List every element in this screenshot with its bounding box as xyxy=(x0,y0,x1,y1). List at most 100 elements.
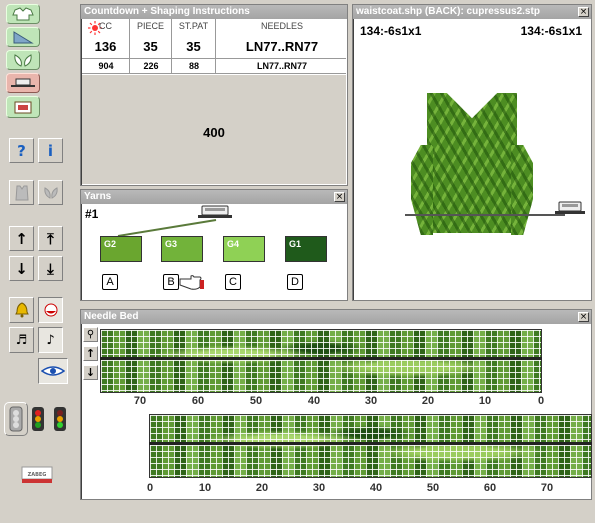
arrow-down-small-icon: ↓ xyxy=(85,366,96,379)
back-scale-20: 20 xyxy=(421,395,435,407)
garment-close-button[interactable]: × xyxy=(578,7,589,17)
front-scale-20: 20 xyxy=(255,482,269,494)
shaping-instruction: 400 xyxy=(203,125,225,140)
view-button[interactable] xyxy=(38,358,68,384)
note-icon: ♪ xyxy=(46,332,55,348)
traffic-light-red-icon xyxy=(32,407,44,431)
svg-text:ZABEG: ZABEG xyxy=(28,472,47,478)
picture-button[interactable] xyxy=(6,96,40,118)
cc-value: 136 xyxy=(94,39,117,54)
front-scale-10: 10 xyxy=(198,482,212,494)
carriage-button[interactable] xyxy=(6,73,40,93)
knitting-machine-icon: ZABEG xyxy=(21,466,53,483)
back-bed-divider xyxy=(100,357,542,360)
note-button[interactable]: ♪ xyxy=(38,327,63,353)
scroll-up-button[interactable]: ↑ xyxy=(83,346,98,361)
move-top-button[interactable]: ⤒ xyxy=(38,226,63,251)
needles-value: LN77..RN77 xyxy=(245,39,319,54)
piece-value: 35 xyxy=(143,39,158,54)
leaf-pattern-button[interactable] xyxy=(38,180,63,205)
sweater-shape-button[interactable] xyxy=(6,4,40,24)
back-piece-button[interactable] xyxy=(9,180,34,205)
needles-total: LN77..RN77 xyxy=(256,61,308,71)
needles-header: NEEDLES xyxy=(260,21,304,31)
front-scale-60: 60 xyxy=(483,482,497,494)
back-scale-70: 70 xyxy=(133,395,147,407)
eye-icon xyxy=(41,366,65,376)
sweater-icon xyxy=(12,7,34,21)
cc-total: 904 xyxy=(98,61,114,71)
front-scale-30: 30 xyxy=(312,482,326,494)
yarn-cone-button[interactable] xyxy=(38,297,63,323)
yarns-panel: Yarns × #1 G2 G3 G4 G1 A B C D xyxy=(80,189,348,301)
piece-header: PIECE xyxy=(136,21,164,31)
move-bottom-button[interactable]: ⤓ xyxy=(38,256,63,281)
machine-button[interactable]: ZABEG xyxy=(20,460,54,488)
traffic-light-green-icon xyxy=(54,407,66,431)
scroll-down-button[interactable]: ↓ xyxy=(83,365,98,380)
feeder-b[interactable]: B xyxy=(163,274,179,290)
stpat-header: ST.PAT xyxy=(178,21,209,31)
back-scale-0: 0 xyxy=(537,395,545,407)
stitch-pattern-button[interactable] xyxy=(6,50,40,70)
move-down-button[interactable]: ↓ xyxy=(9,256,34,281)
traffic-light-red-button[interactable] xyxy=(28,402,48,436)
piece-total: 226 xyxy=(143,61,159,71)
yarn-cone-icon xyxy=(44,303,57,317)
music-button[interactable]: ♬ xyxy=(9,327,34,353)
front-scale-0: 0 xyxy=(146,482,154,494)
back-scale-50: 50 xyxy=(249,395,263,407)
front-bed-divider xyxy=(149,442,592,445)
arrow-top-icon: ⤒ xyxy=(47,229,54,248)
traffic-light-green-button[interactable] xyxy=(50,402,70,436)
back-scale-60: 60 xyxy=(191,395,205,407)
needle-bed-panel: Needle Bed × ⚲ ↑ ↓ 70 60 50 40 30 20 10 … xyxy=(80,309,592,500)
yarn-swatch-g2[interactable]: G2 xyxy=(100,236,142,262)
back-scale-40: 40 xyxy=(307,395,321,407)
needle-bed-title: Needle Bed xyxy=(81,310,591,324)
carriage-row-line xyxy=(405,214,565,216)
yarn-feed-line xyxy=(117,219,217,237)
shaping-icon xyxy=(13,31,34,44)
current-yarn: #1 xyxy=(85,207,99,221)
bell-button[interactable] xyxy=(9,297,34,323)
move-up-button[interactable]: ↑ xyxy=(9,226,34,251)
feeder-c[interactable]: C xyxy=(225,274,241,290)
carriage-icon xyxy=(11,78,35,87)
traffic-light-button[interactable] xyxy=(4,402,28,436)
yarns-close-button[interactable]: × xyxy=(334,192,345,202)
picture-icon xyxy=(14,101,32,114)
zoom-button[interactable]: ⚲ xyxy=(83,327,98,342)
yarn-swatch-g1[interactable]: G1 xyxy=(285,236,327,262)
back-bed-grid[interactable] xyxy=(100,329,542,393)
music-icon: ♬ xyxy=(15,332,28,348)
garment-preview xyxy=(427,93,517,233)
shaping-button[interactable] xyxy=(6,27,40,47)
yarn-swatch-g3[interactable]: G3 xyxy=(161,236,203,262)
yarn-swatch-g4[interactable]: G4 xyxy=(223,236,265,262)
info-button[interactable]: i xyxy=(38,138,63,163)
stpat-total: 88 xyxy=(188,61,199,71)
arrow-down-icon: ↓ xyxy=(15,259,28,278)
carriage-marker-icon[interactable] xyxy=(553,200,587,218)
feeder-a[interactable]: A xyxy=(102,274,118,290)
leaves-icon xyxy=(14,54,32,67)
bell-icon xyxy=(14,302,29,318)
front-scale-70: 70 xyxy=(540,482,554,494)
back-scale-30: 30 xyxy=(364,395,378,407)
info-icon: i xyxy=(47,141,54,160)
garment-panel: waistcoat.shp (BACK): cupressus2.stp × 1… xyxy=(352,4,592,301)
left-edge-instruction: 134:-6s1x1 xyxy=(360,24,422,38)
countdown-title: Countdown + Shaping Instructions xyxy=(81,5,347,19)
help-icon: ? xyxy=(17,141,26,160)
front-bed-grid[interactable] xyxy=(149,414,592,478)
needle-bed-close-button[interactable]: × xyxy=(578,312,589,322)
help-button[interactable]: ? xyxy=(9,138,34,163)
stpat-value: 35 xyxy=(186,39,201,54)
arrow-up-icon: ↑ xyxy=(15,229,28,248)
magnifier-icon: ⚲ xyxy=(86,329,95,340)
feeder-d[interactable]: D xyxy=(287,274,303,290)
countdown-panel: Countdown + Shaping Instructions × CC 13… xyxy=(80,4,348,186)
front-scale-50: 50 xyxy=(426,482,440,494)
front-scale-40: 40 xyxy=(369,482,383,494)
